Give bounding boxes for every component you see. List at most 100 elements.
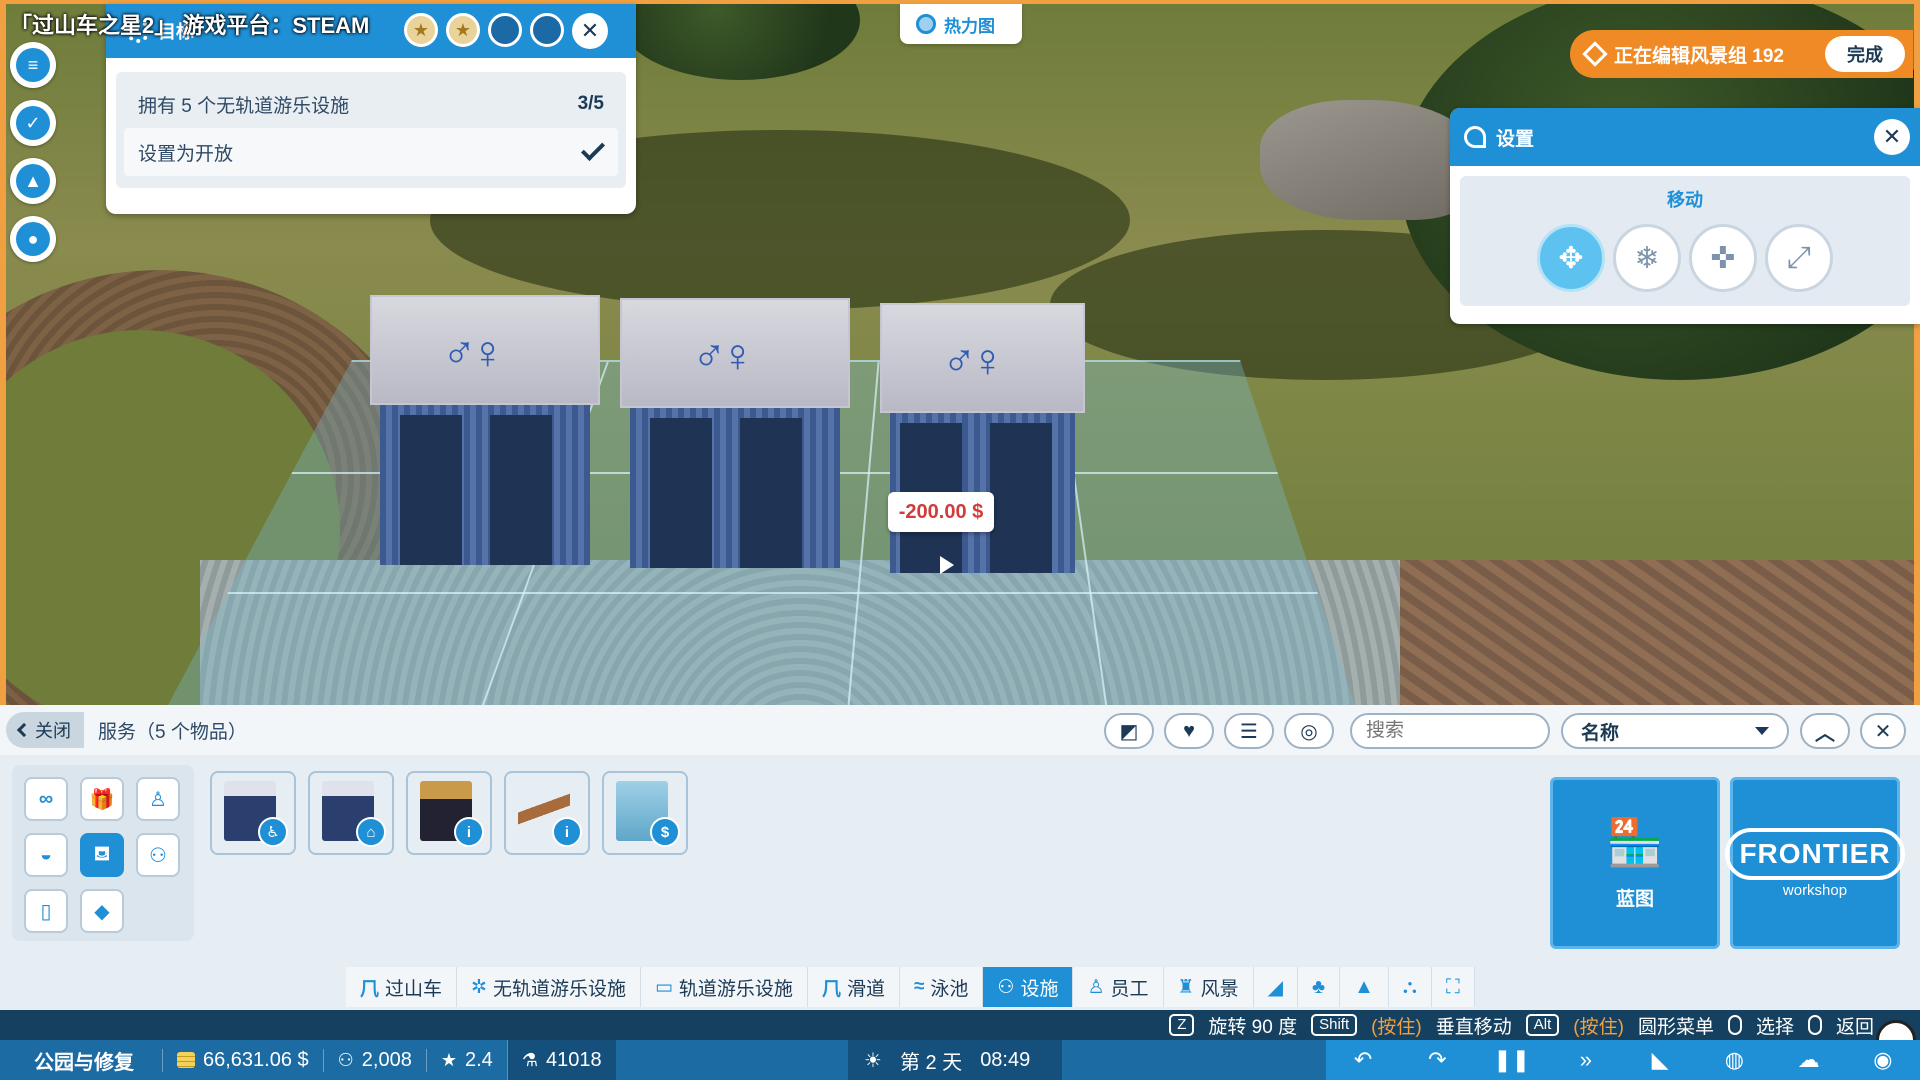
close-icon[interactable]: ✕ <box>1860 713 1906 749</box>
subcat-gift-icon[interactable]: 🎁 <box>80 777 124 821</box>
money-value: 66,631.06 $ <box>203 1048 309 1071</box>
subcat-drink-icon[interactable]: ▯ <box>24 889 68 933</box>
restroom-sign-icon: ♂♀ <box>442 326 505 378</box>
globe-icon[interactable]: ◍ <box>1714 1047 1754 1073</box>
close-icon[interactable]: ✕ <box>572 13 608 49</box>
research-display[interactable]: ⚗ 41018 <box>506 1040 616 1080</box>
weather-icon[interactable]: ☁ <box>1789 1047 1829 1073</box>
restroom-sign-icon: ♂♀ <box>692 329 755 381</box>
subcat-food-icon[interactable]: ◒ <box>24 833 68 877</box>
day-value: 第 2 天 <box>899 1051 963 1074</box>
track-ride-icon: ▭ <box>654 976 673 998</box>
theme-button[interactable]: ◎ <box>1284 713 1334 749</box>
rock <box>1260 100 1480 220</box>
mouse-right-icon <box>1807 1015 1822 1035</box>
tab-label: 轨道游乐设施 <box>678 978 793 1000</box>
hint-hold: (按住) <box>1573 1016 1624 1038</box>
item-changing-room[interactable]: ⌂ <box>308 771 394 855</box>
tab-coasters[interactable]: ⺇过山车 <box>346 967 458 1007</box>
pause-icon[interactable]: ❚❚ <box>1492 1047 1532 1073</box>
collapse-button[interactable]: ︿ <box>1800 713 1850 749</box>
tab-facilities[interactable]: ⚇ 设施 <box>983 967 1074 1007</box>
item-toilet-block[interactable]: ♿ <box>210 771 296 855</box>
toilet-booth[interactable]: ♂♀ <box>370 295 600 565</box>
undo-icon[interactable]: ↶ <box>1343 1047 1383 1073</box>
heatmap-button[interactable]: 热力图 <box>900 4 1022 44</box>
toilet-booth[interactable]: ♂♀ <box>620 298 850 568</box>
finance-chart-icon[interactable]: ◣ <box>1640 1047 1680 1073</box>
mouse-cursor-icon <box>940 556 954 574</box>
placement-cost-tag: -200.00 $ <box>888 492 994 532</box>
workshop-card[interactable]: FRONTIER workshop <box>1725 777 1905 949</box>
objective-list: 拥有 5 个无轨道游乐设施 3/5 设置为开放 <box>116 72 626 188</box>
item-atm[interactable]: $ <box>602 771 688 855</box>
subcat-guests-icon[interactable]: ⚇ <box>136 833 180 877</box>
coins-icon <box>177 1052 195 1068</box>
item-list: ♿ ⌂ i i $ <box>210 771 688 855</box>
left-quick-icons: ≡ ✓ ▲ ● <box>10 42 56 262</box>
move-free-button[interactable]: ✥ <box>1537 224 1605 292</box>
subcategory-grid: ∞ 🎁 ♙ ◒ ⛾ ⚇ ▯ ◆ <box>12 765 194 941</box>
facilities-icon: ⚇ <box>997 976 1015 998</box>
toilet-booth[interactable]: ♂♀ <box>880 303 1085 573</box>
terrain-button[interactable]: ▲ <box>10 158 56 204</box>
tab-trees-icon[interactable]: ♣ <box>1298 967 1341 1007</box>
subcat-staff-icon[interactable]: ♙ <box>136 777 180 821</box>
subcat-facilities-icon[interactable]: ⛾ <box>80 833 124 877</box>
subcat-water-icon[interactable]: ◆ <box>80 889 124 933</box>
guests-display[interactable]: ⚇ 2,008 <box>322 1048 426 1072</box>
tab-paths-icon[interactable]: ◢ <box>1253 967 1298 1007</box>
tree <box>620 0 860 80</box>
category-label: 服务（5 个物品） <box>98 721 247 743</box>
goals-button[interactable]: ✓ <box>10 100 56 146</box>
tab-flat-rides[interactable]: ✲ 无轨道游乐设施 <box>457 967 641 1007</box>
subcat-all-icon[interactable]: ∞ <box>24 777 68 821</box>
chevron-left-icon <box>16 722 32 738</box>
done-button[interactable]: 完成 <box>1825 36 1905 72</box>
filters-button[interactable]: ☰ <box>1224 713 1274 749</box>
tab-staff[interactable]: ♙ 员工 <box>1073 967 1164 1007</box>
sort-label: 名称 <box>1581 722 1620 744</box>
close-icon[interactable]: ✕ <box>1874 119 1910 155</box>
hotkey-hints: Z 旋转 90 度 Shift (按住) 垂直移动 Alt (按住) 圆形菜单 … <box>0 1010 1920 1040</box>
pool-icon: ≈ <box>913 976 925 997</box>
time-value: 08:49 <box>980 1048 1031 1071</box>
tab-pools[interactable]: ≈ 泳池 <box>899 967 984 1007</box>
blueprint-toggle-button[interactable]: ◩ <box>1104 713 1154 749</box>
rating-display[interactable]: ★ 2.4 <box>425 1048 507 1072</box>
notifications-button[interactable]: ● <box>10 216 56 262</box>
tab-label: 过山车 <box>385 978 443 1000</box>
move-axis-button[interactable]: ✜ <box>1689 224 1757 292</box>
rating-value: 2.4 <box>465 1048 493 1071</box>
game-controls: ↶ ↷ ❚❚ » ◣ ◍ ☁ ◉ <box>1326 1040 1920 1080</box>
tab-track-rides[interactable]: ▭ 轨道游乐设施 <box>640 967 808 1007</box>
close-build-button[interactable]: 关闭 <box>6 712 84 748</box>
money-display[interactable]: 66,631.06 $ <box>162 1048 323 1072</box>
tab-label: 设施 <box>1020 978 1059 1000</box>
tab-fullscreen-icon[interactable]: ⛶ <box>1431 967 1475 1007</box>
favorites-button[interactable]: ♥ <box>1164 713 1214 749</box>
frontier-workshop-logo: FRONTIER <box>1725 827 1905 880</box>
goals-check-icon: ✓ <box>16 106 50 140</box>
sort-dropdown[interactable]: 名称 <box>1561 713 1789 749</box>
blueprint-shop-icon: 🏪 <box>1606 816 1664 868</box>
move-buttons: ✥ ❄ ✜ ⤢ <box>1460 224 1910 292</box>
blueprint-card[interactable]: 🏪 蓝图 <box>1550 777 1720 949</box>
redo-icon[interactable]: ↷ <box>1417 1047 1457 1073</box>
tab-scenery[interactable]: ♜ 风景 <box>1163 967 1254 1007</box>
move-snap-button[interactable]: ❄ <box>1613 224 1681 292</box>
tab-flumes[interactable]: ⺇滑道 <box>807 967 900 1007</box>
move-scale-button[interactable]: ⤢ <box>1765 224 1833 292</box>
item-info-kiosk[interactable]: i <box>406 771 492 855</box>
tab-terrain-icon[interactable]: ▲ <box>1340 967 1389 1007</box>
tab-zones-icon[interactable]: ⛬ <box>1388 967 1432 1007</box>
fast-forward-icon[interactable]: » <box>1566 1047 1606 1073</box>
objectives-button[interactable]: ≡ <box>10 42 56 88</box>
camera-icon[interactable]: ◉ <box>1863 1047 1903 1073</box>
tab-label: 滑道 <box>846 978 885 1000</box>
park-name[interactable]: 公园与修复 <box>0 1046 162 1075</box>
accessible-badge-icon: ♿ <box>258 817 288 847</box>
hint-radial-menu: 圆形菜单 <box>1637 1016 1714 1038</box>
item-info-desk[interactable]: i <box>504 771 590 855</box>
info-badge-icon: i <box>552 817 582 847</box>
